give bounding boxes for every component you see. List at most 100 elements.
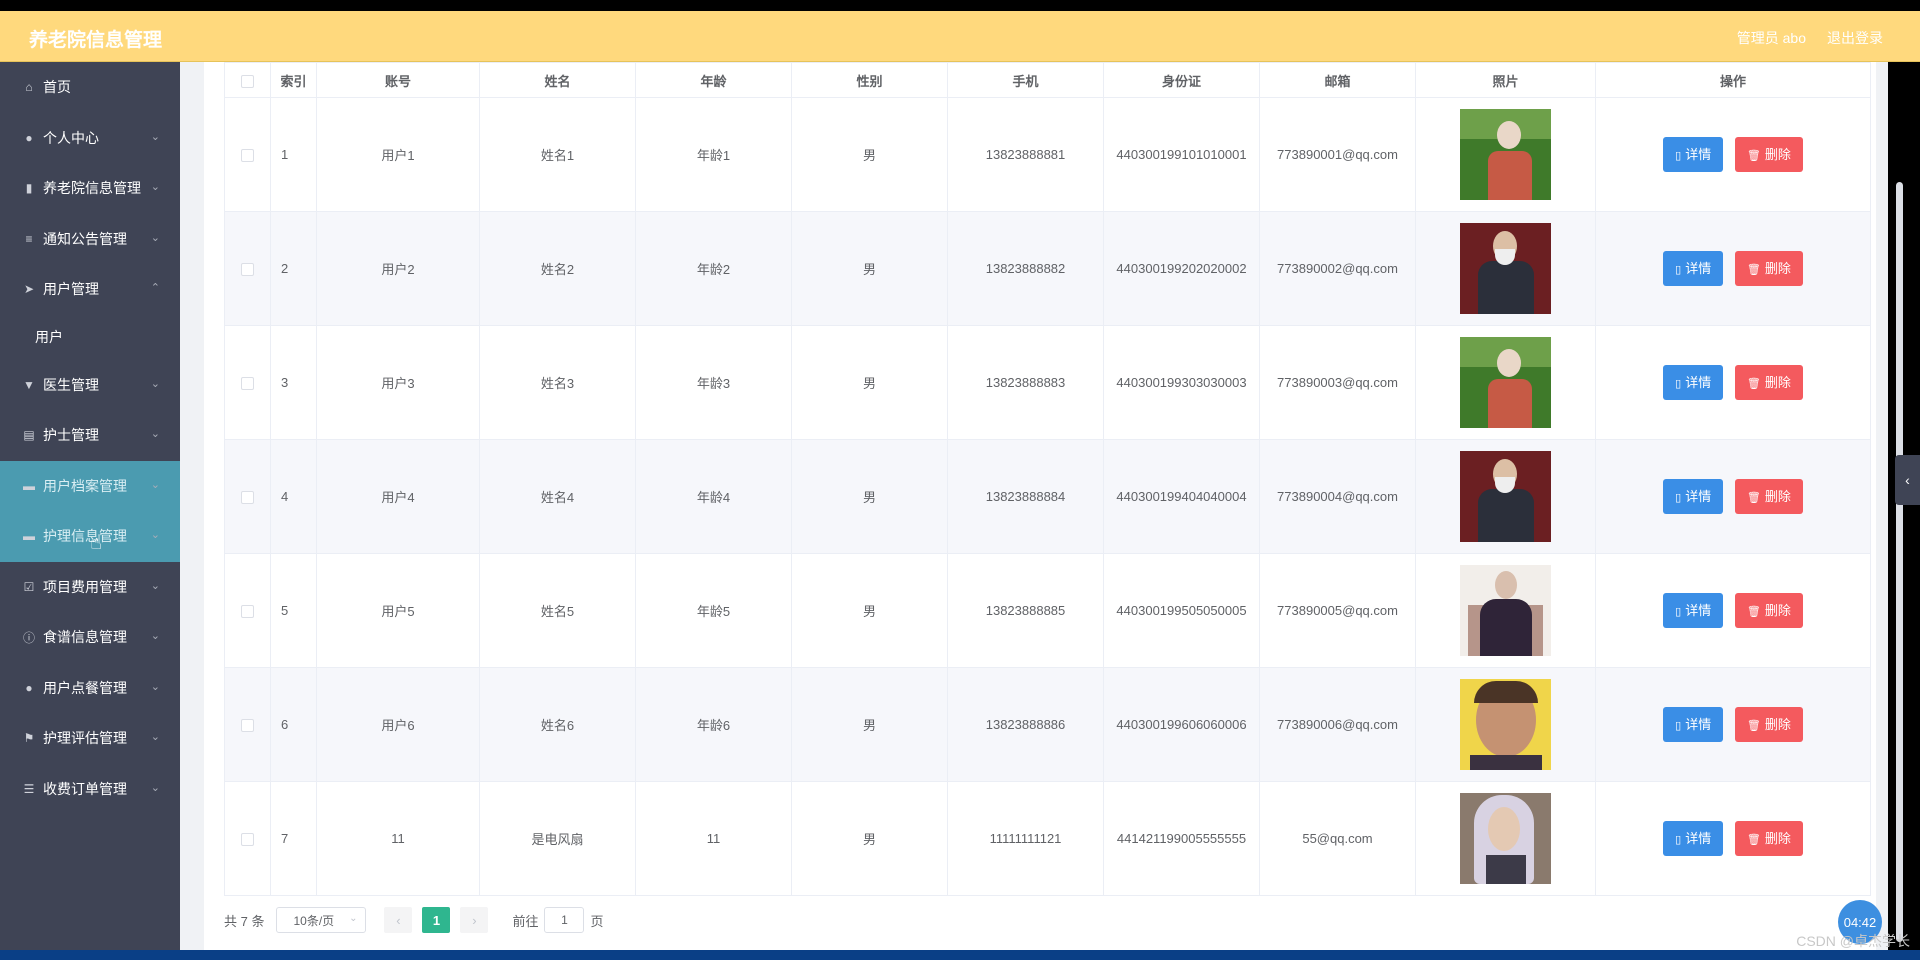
cell-phone: 13823888884	[947, 439, 1104, 554]
sidebar-item-nursing-home-info[interactable]: ▮ 养老院信息管理 ⌄	[0, 163, 180, 214]
row-checkbox[interactable]	[241, 263, 254, 277]
logout-link[interactable]: 退出登录	[1827, 28, 1883, 48]
delete-label: 删除	[1764, 603, 1791, 618]
flag-icon: ⚑	[23, 731, 35, 746]
row-select-cell[interactable]	[224, 667, 271, 782]
sidebar-item-notice[interactable]: ≡ 通知公告管理 ⌄	[0, 214, 180, 265]
cell-name: 姓名1	[479, 97, 636, 212]
detail-button[interactable]: ▯ 详情	[1663, 707, 1724, 742]
sidebar-item-nursing-assessment[interactable]: ⚑ 护理评估管理 ⌄	[0, 713, 180, 764]
delete-button[interactable]: 🗑 删除	[1734, 479, 1803, 514]
sidebar: ⌂ 首页 ● 个人中心 ⌄ ▮ 养老院信息管理 ⌄ ≡ 通知公告管理 ⌄ ➤ 用…	[0, 62, 180, 952]
cell-email: 55@qq.com	[1259, 781, 1416, 896]
sidebar-subitem-user[interactable]: 用户	[0, 315, 180, 360]
sidebar-item-doctor[interactable]: ▼ 医生管理 ⌄	[0, 360, 180, 411]
column-header: 手机	[947, 62, 1104, 98]
delete-button[interactable]: 🗑 删除	[1734, 251, 1803, 286]
detail-button[interactable]: ▯ 详情	[1663, 479, 1724, 514]
detail-button[interactable]: ▯ 详情	[1663, 593, 1724, 628]
next-page-button[interactable]: ›	[460, 907, 489, 933]
row-checkbox[interactable]	[241, 149, 254, 163]
trash-icon: 🗑	[1746, 492, 1761, 504]
chevron-right-icon: ›	[472, 912, 477, 928]
sidebar-item-label: 通知公告管理	[43, 230, 127, 247]
list-icon: ☰	[23, 781, 35, 796]
cell-account: 用户2	[316, 211, 480, 326]
sidebar-item-home[interactable]: ⌂ 首页	[0, 62, 180, 113]
row-select-cell[interactable]	[224, 325, 271, 440]
cell-account: 用户5	[316, 553, 480, 668]
column-header: 性别	[791, 62, 948, 98]
sidebar-item-label: 养老院信息管理	[43, 180, 141, 197]
sidebar-item-label: 护理评估管理	[43, 730, 127, 747]
detail-button[interactable]: ▯ 详情	[1663, 137, 1724, 172]
table-panel: 索引 账号 姓名 年龄 性别 手机 身份证 邮箱 照片 操作 1 用户1 姓名1…	[204, 62, 1903, 950]
sidebar-item-billing-orders[interactable]: ☰ 收费订单管理 ⌄	[0, 764, 180, 815]
cell-account: 用户1	[316, 97, 480, 212]
chevron-down-icon: ⌄	[150, 579, 160, 592]
sidebar-item-user-management[interactable]: ➤ 用户管理 ⌃	[0, 264, 180, 315]
sidebar-item-user-archive[interactable]: ▬ 用户档案管理 ⌄	[0, 460, 180, 511]
cell-name: 姓名3	[479, 325, 636, 440]
user-photo	[1460, 109, 1551, 200]
collapse-panel-button[interactable]: ‹	[1895, 455, 1920, 505]
user-table: 索引 账号 姓名 年龄 性别 手机 身份证 邮箱 照片 操作 1 用户1 姓名1…	[224, 62, 1871, 896]
cell-actions: ▯ 详情 🗑 删除	[1595, 439, 1871, 554]
folder-icon: ▬	[23, 478, 35, 493]
chevron-down-icon: ⌄	[150, 680, 160, 693]
cell-id-card: 440300199606060006	[1103, 667, 1260, 782]
page-size-value: 10条/页	[293, 913, 335, 928]
table-row: 3 用户3 姓名3 年龄3 男 13823888883 440300199303…	[224, 325, 1871, 440]
row-checkbox[interactable]	[241, 719, 254, 733]
trash-icon: 🗑	[1746, 378, 1761, 390]
chevron-down-icon: ⌄	[349, 913, 358, 924]
chart-icon: ▮	[25, 181, 33, 196]
row-checkbox[interactable]	[241, 833, 254, 847]
delete-button[interactable]: 🗑 删除	[1734, 365, 1803, 400]
table-row: 5 用户5 姓名5 年龄5 男 13823888885 440300199505…	[224, 553, 1871, 668]
cell-actions: ▯ 详情 🗑 删除	[1595, 97, 1871, 212]
detail-button[interactable]: ▯ 详情	[1663, 251, 1724, 286]
prev-page-button[interactable]: ‹	[384, 907, 413, 933]
vertical-scrollbar[interactable]	[1896, 182, 1903, 942]
detail-button[interactable]: ▯ 详情	[1663, 365, 1724, 400]
detail-button[interactable]: ▯ 详情	[1663, 821, 1724, 856]
cell-photo	[1415, 781, 1596, 896]
delete-label: 删除	[1764, 489, 1791, 504]
cell-email: 773890005@qq.com	[1259, 553, 1416, 668]
sidebar-item-label: 个人中心	[43, 129, 99, 146]
goto-page-input[interactable]: 1	[544, 907, 585, 933]
select-all-checkbox[interactable]	[241, 74, 254, 88]
delete-button[interactable]: 🗑 删除	[1734, 821, 1803, 856]
detail-label: 详情	[1685, 375, 1712, 390]
row-select-cell[interactable]	[224, 781, 271, 896]
sidebar-item-project-fees[interactable]: ☑ 项目费用管理 ⌄	[0, 562, 180, 613]
chevron-down-icon: ⌄	[150, 181, 160, 193]
sidebar-item-personal-center[interactable]: ● 个人中心 ⌄	[0, 113, 180, 164]
select-all-cell[interactable]	[224, 62, 271, 98]
watermark: CSDN @卓杰学长	[1796, 933, 1910, 949]
page-number-active[interactable]: 1	[422, 907, 451, 933]
sidebar-item-recipes[interactable]: ⓘ 食谱信息管理 ⌄	[0, 612, 180, 663]
sidebar-item-nurse[interactable]: ▤ 护士管理 ⌄	[0, 410, 180, 461]
main-content: 索引 账号 姓名 年龄 性别 手机 身份证 邮箱 照片 操作 1 用户1 姓名1…	[180, 62, 1903, 950]
row-checkbox[interactable]	[241, 377, 254, 391]
cell-actions: ▯ 详情 🗑 删除	[1595, 211, 1871, 326]
row-checkbox[interactable]	[241, 491, 254, 505]
cell-email: 773890004@qq.com	[1259, 439, 1416, 554]
page-size-select[interactable]: 10条/页 ⌄	[276, 907, 367, 933]
row-select-cell[interactable]	[224, 553, 271, 668]
row-select-cell[interactable]	[224, 97, 271, 212]
row-select-cell[interactable]	[224, 439, 271, 554]
delete-button[interactable]: 🗑 删除	[1734, 137, 1803, 172]
row-select-cell[interactable]	[224, 211, 271, 326]
cell-name: 姓名4	[479, 439, 636, 554]
sidebar-item-meal-orders[interactable]: ● 用户点餐管理 ⌄	[0, 663, 180, 714]
delete-label: 删除	[1764, 831, 1791, 846]
sliders-icon: ≡	[25, 231, 33, 246]
trash-icon: 🗑	[1746, 834, 1761, 846]
cell-email: 773890003@qq.com	[1259, 325, 1416, 440]
row-checkbox[interactable]	[241, 605, 254, 619]
delete-button[interactable]: 🗑 删除	[1734, 707, 1803, 742]
delete-button[interactable]: 🗑 删除	[1734, 593, 1803, 628]
